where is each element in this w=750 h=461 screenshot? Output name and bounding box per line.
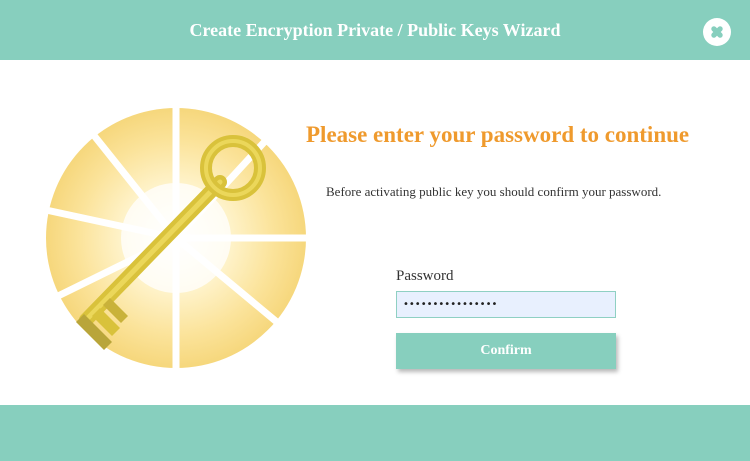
description-text: Before activating public key you should …: [326, 184, 662, 199]
password-label: Password: [396, 268, 454, 284]
window-title: Create Encryption Private / Public Keys …: [189, 20, 561, 40]
confirm-button[interactable]: Confirm: [396, 333, 616, 369]
footer-bar: [0, 405, 750, 461]
close-icon: [711, 26, 723, 38]
password-field[interactable]: [396, 291, 616, 318]
page-heading: Please enter your password to continue: [306, 122, 690, 147]
key-illustration: [24, 98, 306, 376]
title-bar: Create Encryption Private / Public Keys …: [0, 0, 750, 60]
golden-key-icon: [24, 98, 306, 376]
close-button[interactable]: [703, 18, 731, 46]
